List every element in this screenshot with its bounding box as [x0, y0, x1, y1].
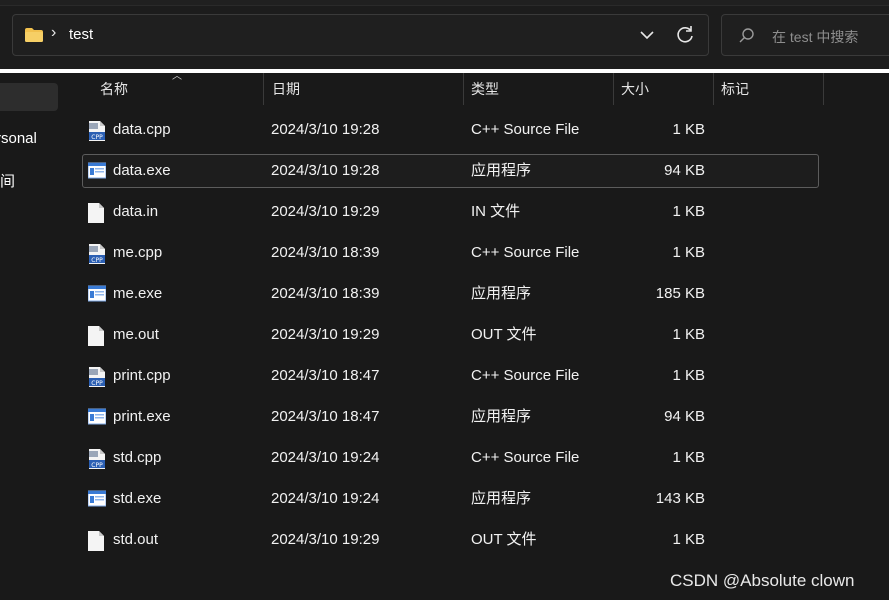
- file-type: 应用程序: [471, 408, 532, 425]
- file-type: IN 文件: [471, 203, 521, 220]
- file-list: ︿ 名称 日期 类型 大小 标记 CPP data.cpp 2024/3/10 19…: [62, 71, 889, 600]
- file-type: OUT 文件: [471, 531, 537, 548]
- file-size: 143 KB: [655, 490, 705, 507]
- file-size: 1 KB: [672, 203, 705, 220]
- search-placeholder: 在 test 中搜索: [772, 29, 859, 45]
- file-date: 2024/3/10 18:47: [271, 408, 380, 425]
- file-size: 94 KB: [664, 162, 705, 179]
- column-header-size[interactable]: 大小: [621, 73, 649, 105]
- cpp-file-icon: CPP: [88, 244, 106, 264]
- chevron-down-icon[interactable]: [635, 23, 659, 47]
- file-row[interactable]: std.out 2024/3/10 19:29 OUT 文件 1 KB: [82, 523, 819, 557]
- file-name: data.cpp: [113, 121, 171, 138]
- file-row[interactable]: CPP std.cpp 2024/3/10 19:24 C++ Source File…: [82, 441, 819, 475]
- column-separator[interactable]: [463, 73, 464, 105]
- file-name: std.exe: [113, 490, 162, 507]
- folder-icon: [25, 28, 43, 42]
- refresh-icon[interactable]: [673, 23, 697, 47]
- nav-item-2[interactable]: 间: [0, 170, 15, 191]
- cpp-file-icon: CPP: [88, 449, 106, 469]
- file-size: 1 KB: [672, 367, 705, 384]
- file-date: 2024/3/10 19:24: [271, 449, 380, 466]
- search-icon: [738, 27, 756, 45]
- exe-file-icon: [87, 408, 107, 428]
- address-box[interactable]: › test: [12, 14, 709, 56]
- file-type: C++ Source File: [471, 121, 580, 138]
- file-date: 2024/3/10 18:39: [271, 285, 380, 302]
- breadcrumb-test[interactable]: test: [69, 26, 93, 43]
- exe-file-icon: [87, 162, 107, 182]
- blank-file-icon: [88, 531, 106, 551]
- file-size: 1 KB: [672, 531, 705, 548]
- file-name: me.out: [113, 326, 159, 343]
- file-date: 2024/3/10 19:29: [271, 203, 380, 220]
- svg-text:CPP: CPP: [91, 134, 103, 141]
- file-type: 应用程序: [471, 162, 532, 179]
- file-type: OUT 文件: [471, 326, 537, 343]
- file-size: 1 KB: [672, 121, 705, 138]
- file-name: data.exe: [113, 162, 171, 179]
- exe-file-icon: [87, 285, 107, 305]
- column-separator[interactable]: [613, 73, 614, 105]
- file-type: C++ Source File: [471, 449, 580, 466]
- file-row[interactable]: data.in 2024/3/10 19:29 IN 文件 1 KB: [82, 195, 819, 229]
- column-header-type[interactable]: 类型: [471, 73, 499, 105]
- file-row[interactable]: me.out 2024/3/10 19:29 OUT 文件 1 KB: [82, 318, 819, 352]
- exe-file-icon: [87, 490, 107, 510]
- address-bar-area: › test 在 test 中搜索: [0, 0, 889, 70]
- search-input[interactable]: 在 test 中搜索: [721, 14, 889, 56]
- title-strip: [0, 0, 889, 6]
- watermark: CSDN @Absolute clown: [670, 571, 855, 590]
- svg-text:CPP: CPP: [91, 257, 103, 264]
- blank-file-icon: [88, 203, 106, 223]
- file-size: 1 KB: [672, 449, 705, 466]
- column-header-row: ︿ 名称 日期 类型 大小 标记: [62, 71, 889, 105]
- column-header-tags[interactable]: 标记: [721, 73, 749, 105]
- svg-text:CPP: CPP: [91, 380, 103, 387]
- file-name: data.in: [113, 203, 159, 220]
- chevron-right-icon[interactable]: ›: [51, 24, 56, 42]
- file-size: 185 KB: [655, 285, 705, 302]
- file-type: 应用程序: [471, 490, 532, 507]
- file-name: std.cpp: [113, 449, 162, 466]
- file-row[interactable]: std.exe 2024/3/10 19:24 应用程序 143 KB: [82, 482, 819, 516]
- file-name: me.cpp: [113, 244, 163, 261]
- file-date: 2024/3/10 19:29: [271, 326, 380, 343]
- column-header-date[interactable]: 日期: [272, 73, 300, 105]
- file-row[interactable]: CPP print.cpp 2024/3/10 18:47 C++ Source Fi…: [82, 359, 819, 393]
- file-size: 1 KB: [672, 244, 705, 261]
- column-separator[interactable]: [713, 73, 714, 105]
- column-separator[interactable]: [823, 73, 824, 105]
- file-size: 1 KB: [672, 326, 705, 343]
- svg-text:CPP: CPP: [91, 462, 103, 469]
- nav-item-personal[interactable]: rsonal: [0, 130, 37, 147]
- file-date: 2024/3/10 19:28: [271, 162, 380, 179]
- file-name: std.out: [113, 531, 159, 548]
- navigation-pane: rsonal 间: [0, 73, 63, 600]
- file-name: print.cpp: [113, 367, 171, 384]
- file-size: 94 KB: [664, 408, 705, 425]
- file-date: 2024/3/10 18:39: [271, 244, 380, 261]
- cpp-file-icon: CPP: [88, 367, 106, 387]
- file-date: 2024/3/10 19:24: [271, 490, 380, 507]
- file-date: 2024/3/10 19:29: [271, 531, 380, 548]
- column-header-name[interactable]: 名称: [100, 73, 128, 105]
- file-row[interactable]: CPP data.cpp 2024/3/10 19:28 C++ Source Fil…: [82, 113, 819, 147]
- file-type: C++ Source File: [471, 244, 580, 261]
- file-row[interactable]: me.exe 2024/3/10 18:39 应用程序 185 KB: [82, 277, 819, 311]
- file-row[interactable]: data.exe 2024/3/10 19:28 应用程序 94 KB: [82, 154, 819, 188]
- file-date: 2024/3/10 18:47: [271, 367, 380, 384]
- file-name: print.exe: [113, 408, 171, 425]
- nav-item-selected[interactable]: [0, 83, 58, 111]
- file-date: 2024/3/10 19:28: [271, 121, 380, 138]
- column-separator[interactable]: [263, 73, 264, 105]
- file-type: C++ Source File: [471, 367, 580, 384]
- blank-file-icon: [88, 326, 106, 346]
- file-type: 应用程序: [471, 285, 532, 302]
- file-row[interactable]: CPP me.cpp 2024/3/10 18:39 C++ Source File 1…: [82, 236, 819, 270]
- sort-up-icon: ︿: [172, 71, 182, 82]
- file-name: me.exe: [113, 285, 163, 302]
- cpp-file-icon: CPP: [88, 121, 106, 141]
- file-row[interactable]: print.exe 2024/3/10 18:47 应用程序 94 KB: [82, 400, 819, 434]
